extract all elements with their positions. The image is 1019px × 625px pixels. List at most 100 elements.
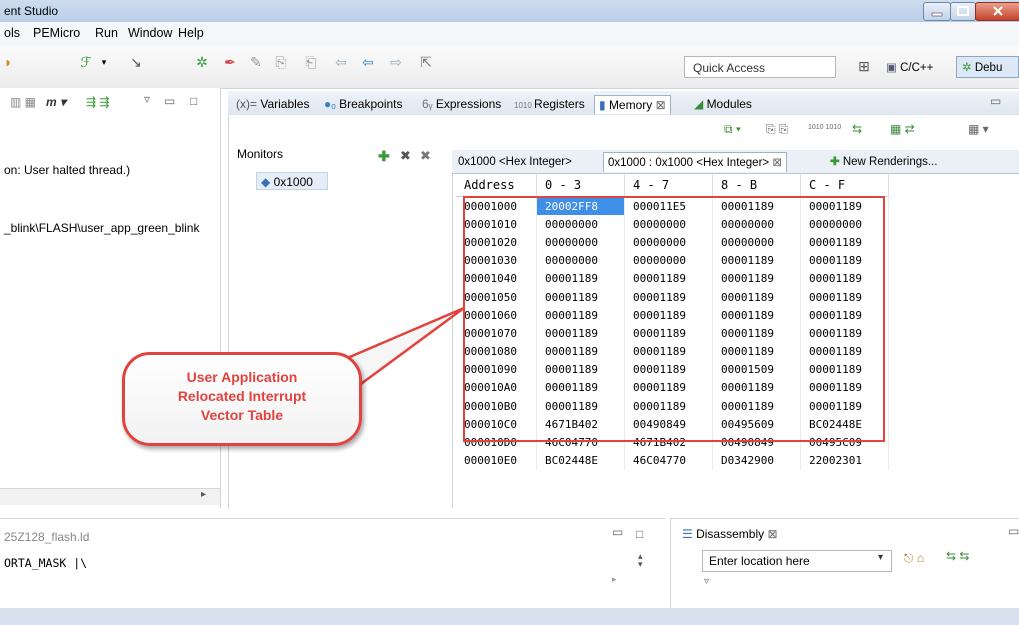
editor-file-tab[interactable]: 25Z128_flash.ld — [4, 530, 89, 544]
scroll-right-icon[interactable]: ▸ — [201, 489, 206, 500]
tab-close-icon[interactable]: ⊠ — [652, 98, 666, 112]
spinner-icon[interactable]: ▴ ▾ — [638, 552, 643, 569]
quick-access-field[interactable]: Quick Access — [684, 56, 836, 78]
expressions-icon: 6ᵧ — [422, 97, 436, 111]
collapse-icon[interactable]: ⇶ ⇶ — [86, 95, 109, 109]
add-monitor-icon[interactable]: ✚ — [378, 148, 390, 165]
monitor-item[interactable]: ◆ 0x1000 — [256, 172, 328, 190]
callout-line-3: Vector Table — [200, 407, 284, 423]
editor-scroll-right-icon[interactable]: ▸ — [612, 574, 617, 585]
back-icon[interactable]: ⇦ — [333, 54, 349, 70]
menu-pemicro[interactable]: PEMicro — [33, 26, 80, 40]
skip-breakpoints-icon[interactable]: ↘ — [128, 54, 144, 70]
monitors-label: Monitors — [237, 147, 284, 161]
tab-memory-label: Memory — [608, 98, 653, 112]
tab-expressions[interactable]: 6ᵧ Expressions — [418, 95, 505, 113]
debug-config-icon[interactable]: ℱ — [78, 54, 94, 70]
menu-run[interactable]: Run — [95, 26, 118, 40]
tab-disassembly-label: Disassembly — [696, 527, 765, 541]
monitor-item-label: 0x1000 — [273, 175, 313, 189]
disassembly-minimize-icon[interactable]: ▭ — [1008, 524, 1019, 538]
tab-disassembly[interactable]: ☰ Disassembly ⊠ — [682, 527, 778, 541]
rendering-tab-2[interactable]: 0x1000 : 0x1000 <Hex Integer> ⊠ — [603, 152, 787, 172]
remove-all-icon[interactable]: ▥ ▦ — [10, 95, 36, 109]
tab-registers-label: Registers — [534, 97, 585, 111]
tab-variables[interactable]: (x)= Variables — [232, 95, 313, 113]
forward-icon[interactable]: ⇨ — [388, 54, 404, 70]
menu-help[interactable]: Help — [178, 26, 204, 40]
new-renderings-label: New Renderings... — [842, 156, 938, 168]
tab-registers[interactable]: 1010 Registers — [510, 95, 589, 113]
debug-icon[interactable]: ✲ — [194, 54, 210, 70]
new-renderings-tab[interactable]: ✚ New Renderings... — [826, 152, 941, 172]
memory-value-cell[interactable]: 22002301 — [800, 451, 889, 470]
panel-minimize-icon[interactable]: ▭ — [164, 94, 175, 108]
tab-breakpoints[interactable]: ●ₒ Breakpoints — [320, 95, 407, 113]
menu-tools[interactable]: ols — [4, 26, 20, 40]
go-icon[interactable]: ⎋ ⌂ — [904, 551, 924, 566]
modules-icon: ◢ — [694, 97, 707, 111]
monitor-icon: ◆ — [261, 175, 274, 189]
callout-line-2: Relocated Interrupt — [177, 388, 307, 404]
tab-memory[interactable]: ▮ Memory ⊠ — [594, 95, 671, 114]
column-0-3[interactable]: 0 - 3 — [536, 174, 625, 197]
perspective-cc-button[interactable]: ▣ C/C++ — [880, 56, 939, 78]
panel-maximize-icon[interactable]: □ — [190, 94, 197, 108]
vector-table-highlight — [463, 196, 885, 442]
view-menu-icon[interactable]: ▦ ▾ — [968, 122, 989, 136]
dropdown-arrow-icon[interactable]: ▾ — [96, 54, 112, 70]
maximize-button[interactable] — [950, 2, 976, 21]
memory-icon: ▮ — [599, 98, 609, 112]
new-tab-icon[interactable]: ⎘ ⎘ — [766, 122, 789, 137]
open-perspective-icon[interactable]: ⊞ — [856, 58, 872, 74]
view-menu-icon[interactable]: ▿ — [704, 576, 709, 587]
memory-row: 000010E0 BC02448E 46C04770 D0342900 22002301 — [456, 451, 889, 470]
perspective-cc-label: C/C++ — [900, 62, 934, 74]
memory-value-cell[interactable]: 46C04770 — [624, 451, 713, 470]
close-button[interactable] — [975, 2, 1019, 21]
remove-monitor-icon[interactable]: ✖ — [400, 148, 411, 164]
thread-status-text[interactable]: on: User halted thread.) — [4, 163, 130, 177]
taskbar-strip — [0, 608, 1019, 625]
prev-icon[interactable]: ⇦ — [360, 54, 376, 70]
disassembly-close-icon[interactable]: ⊠ — [764, 527, 777, 541]
column-4-7[interactable]: 4 - 7 — [624, 174, 713, 197]
program-path-text[interactable]: _blink\FLASH\user_app_green_blink — [4, 221, 199, 235]
column-address[interactable]: Address — [456, 174, 537, 197]
menu-window[interactable]: Window — [128, 26, 172, 40]
view-minimize-icon[interactable]: ▭ — [990, 94, 1001, 108]
tool-icon[interactable]: ◗ — [0, 54, 16, 70]
minimize-button[interactable] — [923, 2, 951, 21]
layout-icon[interactable]: ▦ ⇄ — [890, 122, 915, 136]
memory-value-cell[interactable]: BC02448E — [536, 451, 625, 470]
edit-icon[interactable]: ✎ — [248, 54, 264, 70]
location-dropdown-icon[interactable]: ▾ — [878, 552, 883, 563]
run-icon[interactable]: ✒ — [222, 54, 238, 70]
rendering-tab-1[interactable]: 0x1000 <Hex Integer> — [454, 152, 576, 172]
step-icon[interactable]: ⎘ — [273, 54, 289, 70]
tab-modules-label: Modules — [706, 97, 752, 111]
editor-maximize-icon[interactable]: □ — [636, 527, 643, 541]
rendering-tab-close-icon[interactable]: ⊠ — [769, 157, 782, 169]
memory-value-cell[interactable]: D0342900 — [712, 451, 801, 470]
tab-modules[interactable]: ◢ Modules — [690, 95, 756, 113]
link-icon[interactable]: ⇆ — [852, 122, 862, 136]
external-icon[interactable]: ⇱ — [418, 54, 434, 70]
step-over-icon[interactable]: ⎗ — [303, 54, 319, 70]
column-8-b[interactable]: 8 - B — [712, 174, 801, 197]
editor-minimize-icon[interactable]: ▭ — [612, 525, 623, 539]
editor-code-line[interactable]: ORTA_MASK |\ — [4, 556, 87, 570]
column-c-f[interactable]: C - F — [800, 174, 889, 197]
location-input[interactable]: Enter location here — [702, 550, 892, 572]
horizontal-scrollbar[interactable] — [0, 488, 220, 505]
tab-breakpoints-label: Breakpoints — [339, 97, 403, 111]
format-icon[interactable]: 1010 1010 — [808, 124, 841, 131]
toggle-split-icon[interactable]: ⧉ ▾ — [724, 122, 741, 137]
step-filter-icon[interactable]: m ▾ — [46, 95, 66, 109]
memory-address-cell[interactable]: 000010E0 — [456, 451, 537, 470]
sync-icon[interactable]: ⇆ ⇆ — [946, 549, 969, 563]
variables-icon: (x)= — [236, 97, 261, 111]
remove-all-monitors-icon[interactable]: ✖ — [420, 148, 431, 164]
perspective-debug-button[interactable]: ✲ Debu — [956, 56, 1019, 78]
view-menu-icon[interactable]: ▿ — [144, 92, 150, 106]
